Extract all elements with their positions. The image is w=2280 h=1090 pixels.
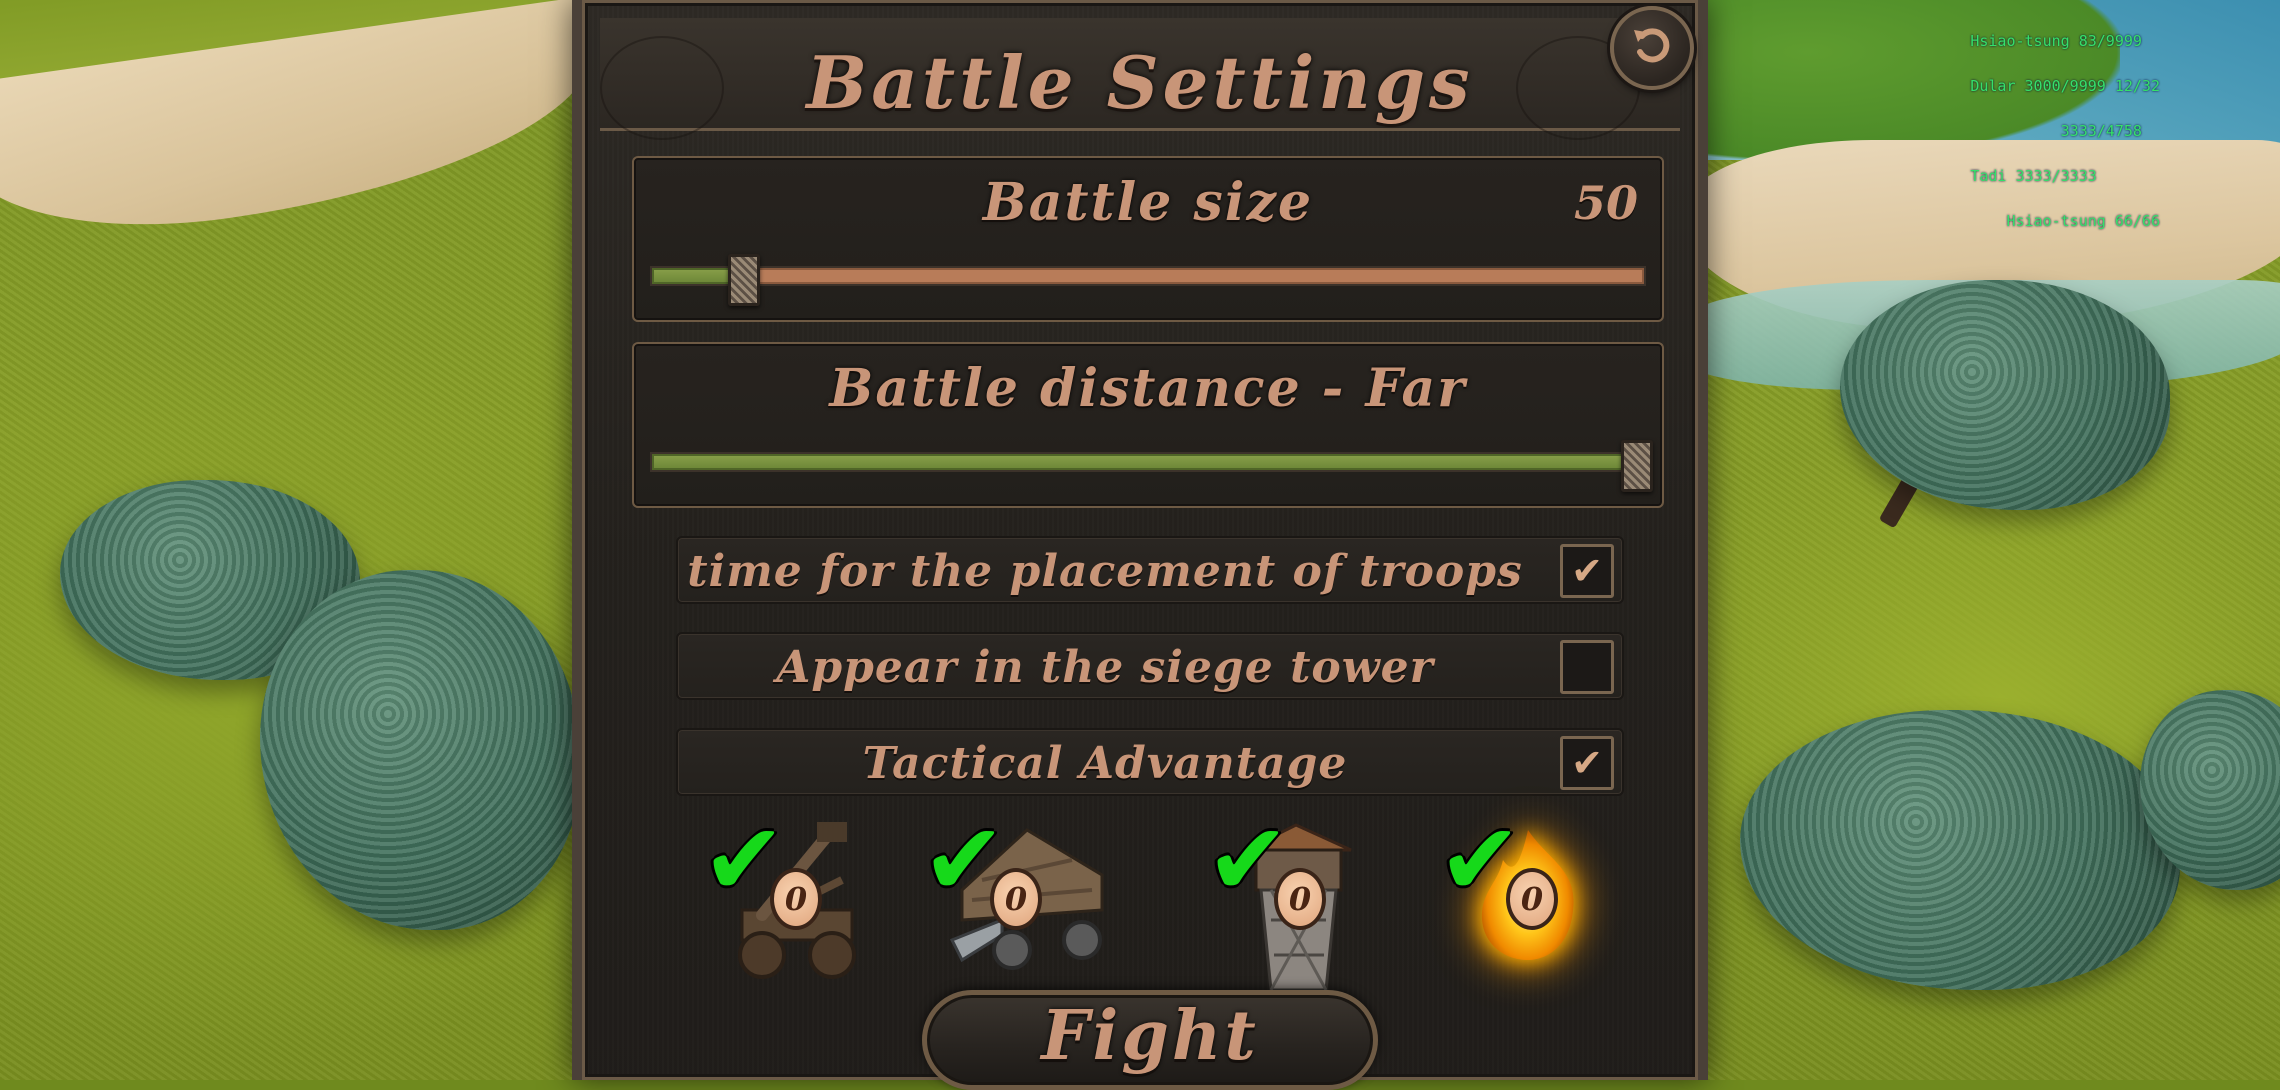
siege-weapons-row: ✔ 0 ✔ 0 ✔ 0 ✔ 0 (582, 810, 1698, 1010)
option-appear-in-siege-tower[interactable]: Appear in the siege tower (676, 632, 1624, 700)
battle-settings-dialog: Battle Settings Battle size 50 Battle di… (572, 0, 1708, 1090)
hud-line: 3333/4758 (1970, 122, 2142, 140)
siege-battering-ram[interactable]: ✔ 0 (922, 810, 1112, 1000)
dialog-title: Battle Settings (806, 40, 1474, 125)
siege-count-badge: 0 (1506, 868, 1558, 930)
option-label: Appear in the siege tower (776, 642, 1434, 693)
option-label: Tactical Advantage (862, 738, 1348, 789)
battle-size-label: Battle size (982, 172, 1314, 233)
troop-placement-checkbox[interactable]: ✔ (1560, 544, 1614, 598)
undo-arrow-icon (1628, 22, 1676, 74)
option-tactical-advantage[interactable]: Tactical Advantage ✔ (676, 728, 1624, 796)
dialog-header: Battle Settings (600, 18, 1680, 140)
siege-count-badge: 0 (1274, 868, 1326, 930)
hud-line: Tadi 3333/3333 (1970, 167, 2097, 185)
slider-handle[interactable] (728, 254, 761, 306)
battle-size-panel: Battle size 50 (632, 156, 1664, 322)
back-button[interactable] (1610, 6, 1694, 90)
battle-distance-panel: Battle distance - Far (632, 342, 1664, 508)
battle-size-value: 50 (1573, 176, 1638, 230)
tactical-advantage-checkbox[interactable]: ✔ (1560, 736, 1614, 790)
fight-button[interactable]: Fight (922, 990, 1378, 1090)
hud-line: Hsiao-tsung 66/66 (1970, 212, 2160, 230)
siege-count-badge: 0 (990, 868, 1042, 930)
siege-fire[interactable]: ✔ 0 (1438, 810, 1628, 1000)
hud-line: Dular 3000/9999 12/32 (1970, 77, 2160, 95)
unit-status-overlay: Hsiao-tsung 83/9999 Dular 3000/9999 12/3… (1970, 4, 2160, 259)
check-icon: ✔ (1571, 549, 1603, 593)
siege-count-badge: 0 (770, 868, 822, 930)
slider-handle[interactable] (1621, 440, 1654, 492)
siege-tower[interactable]: ✔ 0 (1206, 810, 1396, 1000)
fight-button-label: Fight (1041, 996, 1259, 1076)
option-troop-placement-time[interactable]: time for the placement of troops ✔ (676, 536, 1624, 604)
option-label: time for the placement of troops (687, 546, 1523, 597)
battle-distance-slider[interactable] (650, 440, 1654, 492)
battle-distance-label: Battle distance - Far (829, 358, 1467, 419)
siege-tower-checkbox[interactable] (1560, 640, 1614, 694)
siege-catapult[interactable]: ✔ 0 (702, 810, 892, 1000)
slider-fill (652, 454, 1635, 470)
hud-line: Hsiao-tsung 83/9999 (1970, 32, 2142, 50)
check-icon: ✔ (1571, 741, 1603, 785)
battle-size-slider[interactable] (650, 254, 1646, 306)
